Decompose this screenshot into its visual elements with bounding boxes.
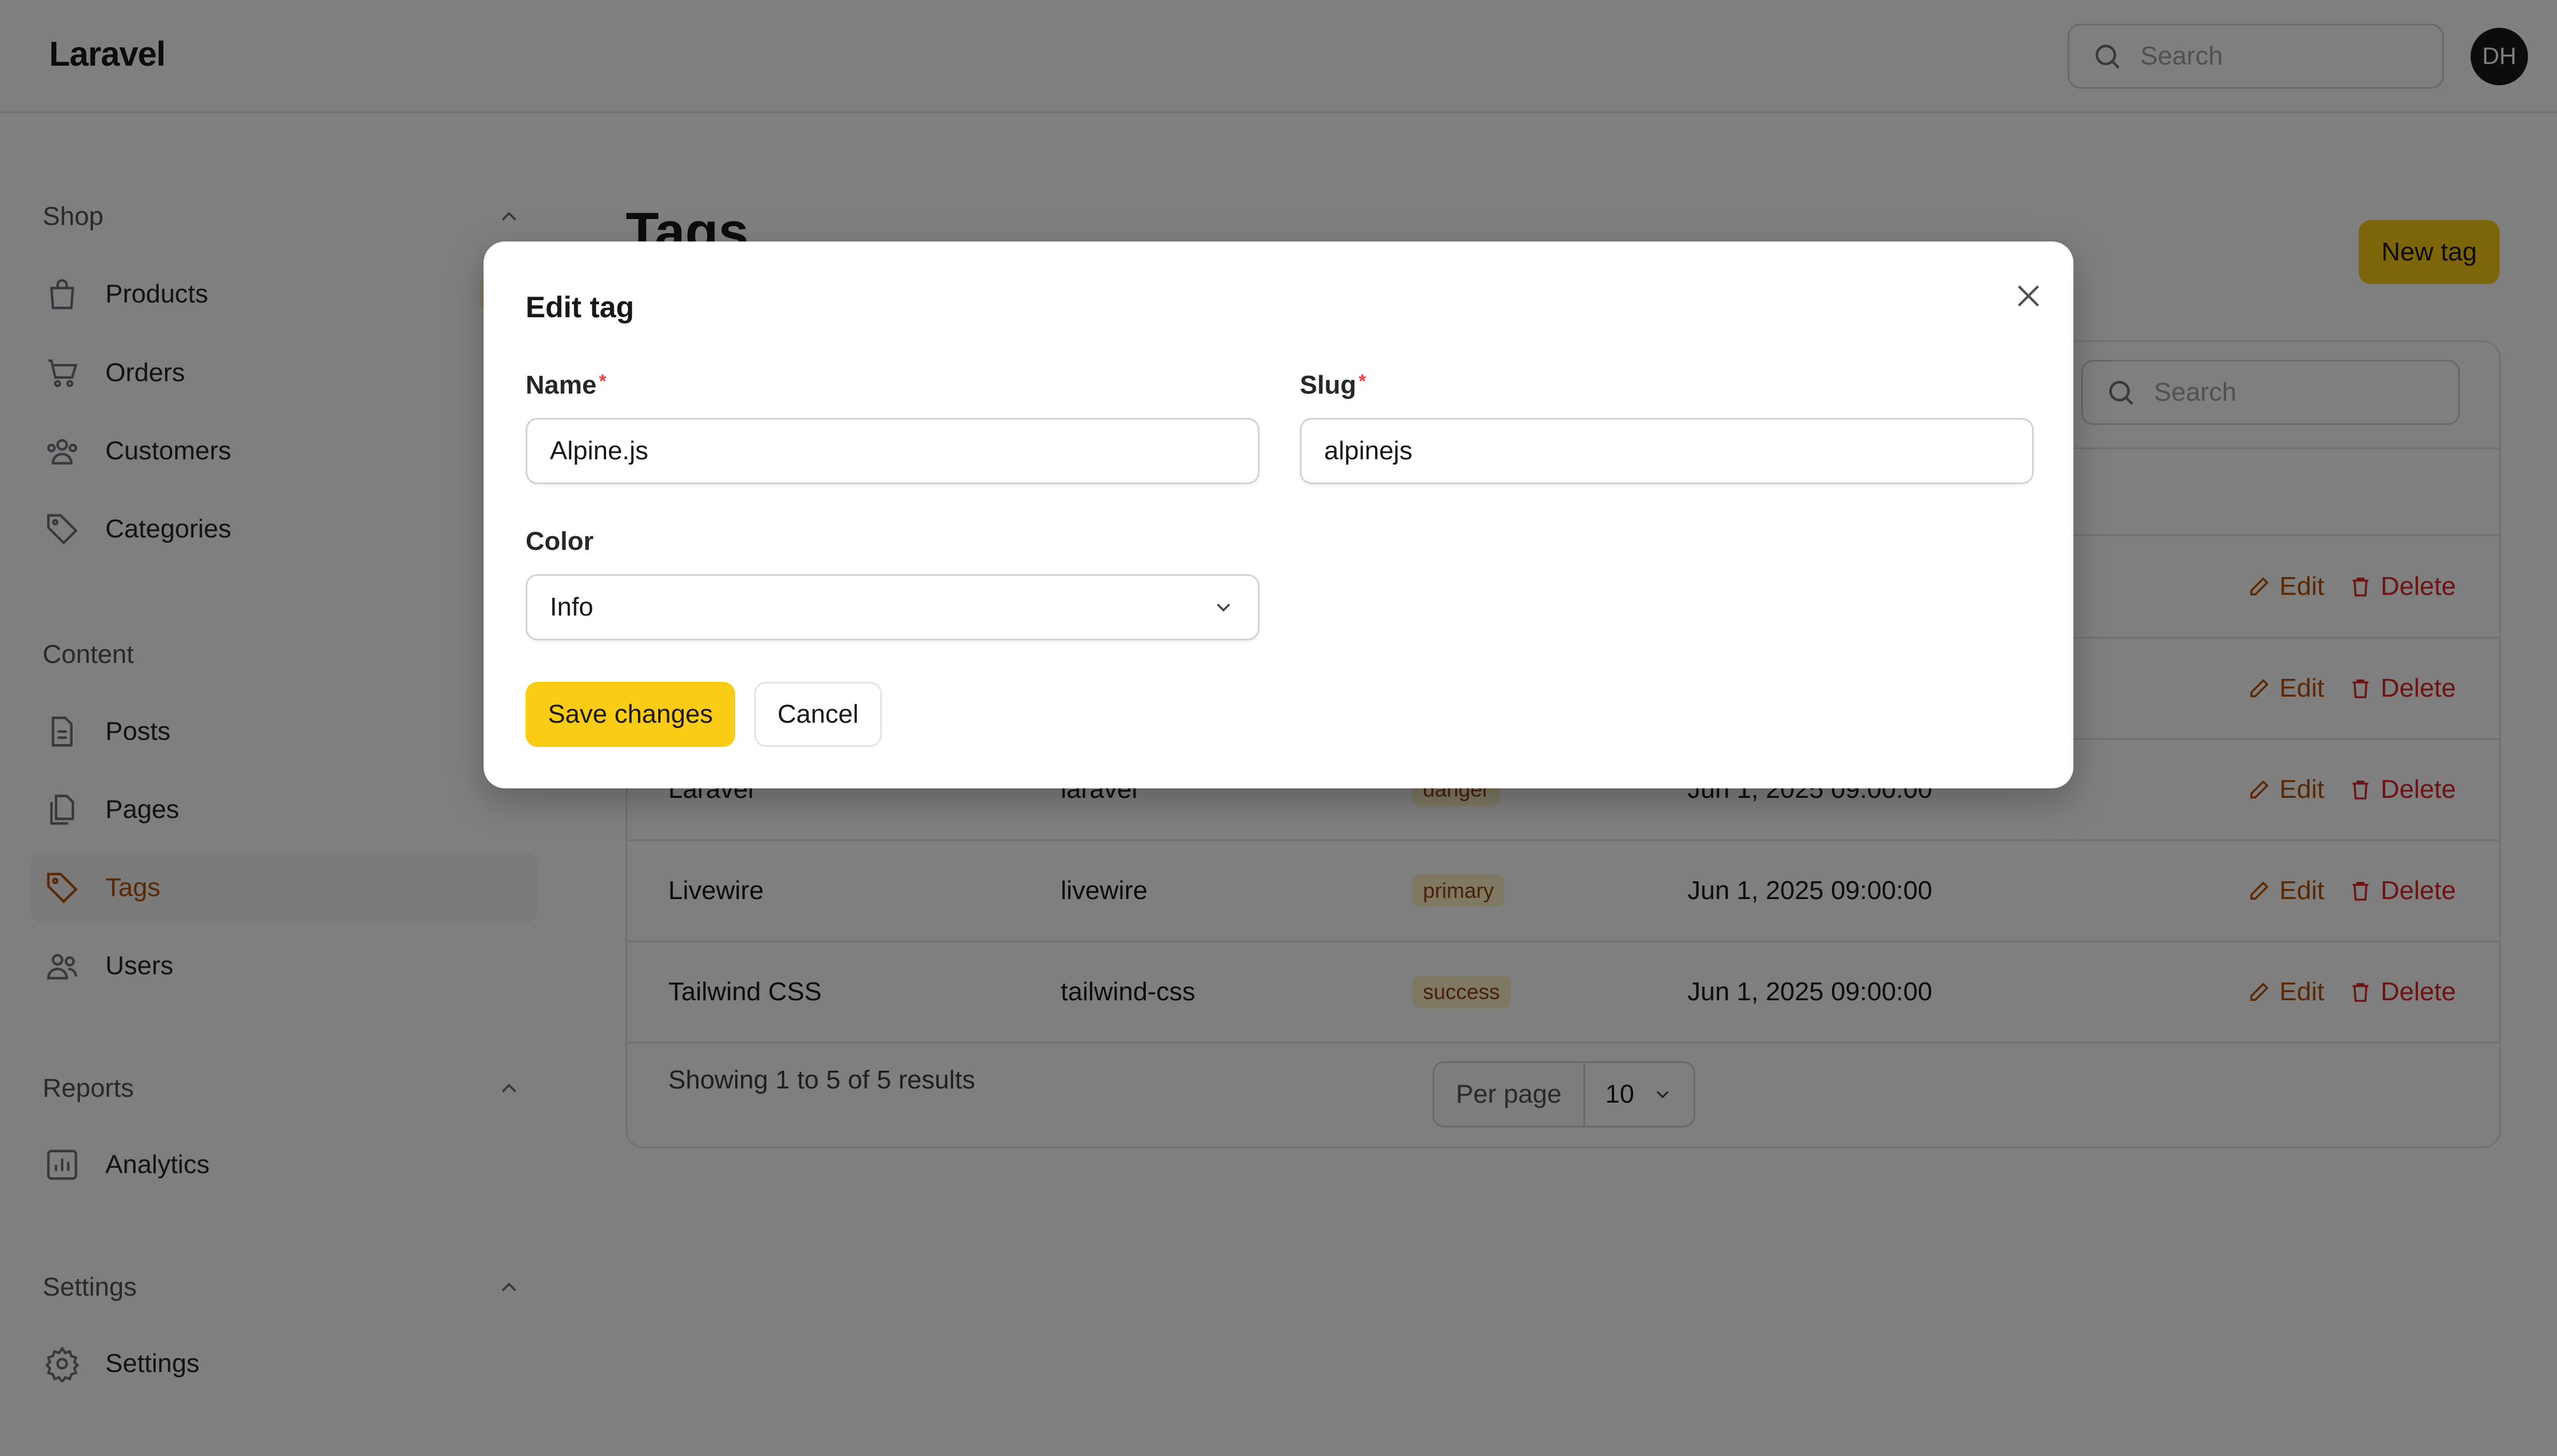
close-icon xyxy=(2018,285,2039,307)
edit-tag-modal: Edit tag Name * Alpine.js Slug * alpinejs … xyxy=(484,241,2073,788)
name-input[interactable]: Alpine.js xyxy=(526,418,1260,484)
name-input-value: Alpine.js xyxy=(550,436,649,465)
color-field-label: Color xyxy=(526,527,594,556)
slug-input[interactable]: alpinejs xyxy=(1300,418,2034,484)
color-select[interactable]: Info xyxy=(526,574,1260,640)
app-shell: Laravel Search DH Shop Products 6 Orders… xyxy=(0,0,2557,1456)
name-field-label: Name * xyxy=(526,371,606,400)
slug-field-label: Slug * xyxy=(1300,371,1366,400)
required-mark: * xyxy=(598,371,607,392)
cancel-button[interactable]: Cancel xyxy=(754,682,882,747)
save-changes-button[interactable]: Save changes xyxy=(526,682,735,747)
slug-label-text: Slug xyxy=(1300,371,1357,400)
chevron-down-icon xyxy=(1216,603,1231,612)
name-label-text: Name xyxy=(526,371,597,400)
modal-title: Edit tag xyxy=(526,291,635,324)
slug-input-value: alpinejs xyxy=(1324,436,1413,465)
required-mark: * xyxy=(1358,371,1366,392)
color-select-value: Info xyxy=(550,592,594,621)
close-button[interactable] xyxy=(2005,272,2052,320)
